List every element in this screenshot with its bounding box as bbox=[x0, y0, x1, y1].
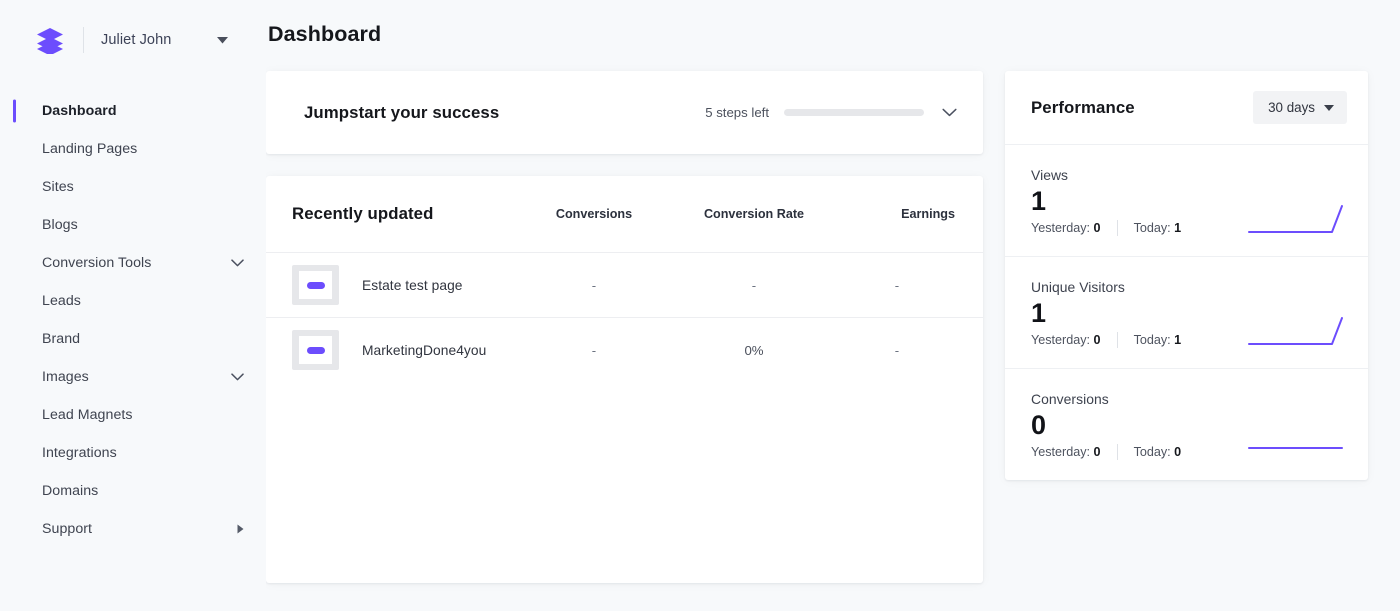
metric-views: Views 1 Yesterday: 0 Today: 1 bbox=[1005, 145, 1368, 257]
row-earnings: - bbox=[894, 277, 900, 293]
steps-left-label: 5 steps left bbox=[705, 105, 769, 120]
jumpstart-progress-bar bbox=[784, 109, 924, 116]
sparkline-conversions bbox=[1248, 426, 1344, 460]
caret-down-icon[interactable] bbox=[217, 36, 228, 44]
column-header-earnings: Earnings bbox=[901, 207, 955, 221]
sidebar-nav: Dashboard Landing Pages Sites Blogs Conv… bbox=[0, 80, 266, 548]
sidebar-item-conversion-tools[interactable]: Conversion Tools bbox=[0, 244, 266, 282]
table-row[interactable]: Estate test page - - - bbox=[266, 252, 983, 317]
left-column: Jumpstart your success 5 steps left Rece… bbox=[266, 71, 983, 583]
row-conversion-rate: - bbox=[751, 277, 757, 293]
row-conversions: - bbox=[591, 277, 597, 293]
caret-down-icon bbox=[1324, 104, 1334, 111]
sidebar-item-integrations[interactable]: Integrations bbox=[0, 434, 266, 472]
performance-header: Performance 30 days bbox=[1005, 71, 1368, 145]
sidebar-item-label: Dashboard bbox=[42, 103, 117, 119]
recently-updated-header: Recently updated Conversions Conversion … bbox=[266, 176, 983, 252]
page-thumbnail-icon bbox=[292, 265, 339, 305]
sidebar-item-sites[interactable]: Sites bbox=[0, 168, 266, 206]
sidebar-item-label: Domains bbox=[42, 483, 99, 499]
sidebar-item-label: Sites bbox=[42, 179, 74, 195]
row-conversions: - bbox=[591, 342, 597, 358]
brand-account-switcher[interactable]: Juliet John bbox=[0, 0, 266, 80]
active-indicator bbox=[13, 99, 16, 123]
sidebar-item-label: Brand bbox=[42, 331, 81, 347]
sidebar-item-label: Blogs bbox=[42, 217, 78, 233]
sidebar-item-label: Integrations bbox=[42, 445, 117, 461]
metric-unique-visitors: Unique Visitors 1 Yesterday: 0 Today: 1 bbox=[1005, 257, 1368, 369]
row-page-name[interactable]: Estate test page bbox=[339, 278, 519, 293]
date-range-select[interactable]: 30 days bbox=[1253, 91, 1347, 124]
sidebar-item-dashboard[interactable]: Dashboard bbox=[0, 92, 266, 130]
dashboard-columns: Jumpstart your success 5 steps left Rece… bbox=[266, 71, 1368, 583]
page-title: Dashboard bbox=[268, 22, 382, 46]
app-root: Juliet John Dashboard Landing Pages Site… bbox=[0, 0, 1400, 611]
sidebar-item-label: Landing Pages bbox=[42, 141, 138, 157]
sidebar-item-domains[interactable]: Domains bbox=[0, 472, 266, 510]
footer-divider bbox=[1116, 219, 1118, 236]
jumpstart-title: Jumpstart your success bbox=[304, 102, 500, 122]
right-column: Performance 30 days Views 1 Yesterday: 0… bbox=[1005, 71, 1368, 480]
sidebar-item-brand[interactable]: Brand bbox=[0, 320, 266, 358]
sidebar-item-images[interactable]: Images bbox=[0, 358, 266, 396]
caret-right-icon[interactable] bbox=[237, 524, 244, 534]
sidebar-item-leads[interactable]: Leads bbox=[0, 282, 266, 320]
footer-divider bbox=[1116, 443, 1118, 460]
metric-today: Today: 1 bbox=[1133, 220, 1182, 235]
sparkline-unique-visitors bbox=[1248, 314, 1344, 348]
sidebar-item-support[interactable]: Support bbox=[0, 510, 266, 548]
performance-title: Performance bbox=[1031, 97, 1135, 117]
sidebar-item-label: Conversion Tools bbox=[42, 255, 152, 271]
layers-stack-icon bbox=[35, 26, 65, 54]
sidebar-item-label: Support bbox=[42, 521, 93, 537]
sidebar-item-label: Leads bbox=[42, 293, 81, 309]
sidebar-item-label: Images bbox=[42, 369, 89, 385]
row-page-name[interactable]: MarketingDone4you bbox=[339, 343, 519, 358]
chevron-down-icon[interactable] bbox=[942, 108, 957, 117]
sidebar-item-blogs[interactable]: Blogs bbox=[0, 206, 266, 244]
metric-yesterday: Yesterday: 0 bbox=[1031, 332, 1101, 347]
jumpstart-card[interactable]: Jumpstart your success 5 steps left bbox=[266, 71, 983, 154]
jumpstart-progress-group: 5 steps left bbox=[705, 105, 957, 120]
metric-yesterday: Yesterday: 0 bbox=[1031, 220, 1101, 235]
performance-card: Performance 30 days Views 1 Yesterday: 0… bbox=[1005, 71, 1368, 480]
date-range-label: 30 days bbox=[1268, 100, 1315, 115]
column-header-conversions: Conversions bbox=[555, 207, 633, 221]
row-conversion-rate: 0% bbox=[744, 342, 764, 358]
page-thumbnail-icon bbox=[292, 330, 339, 370]
sidebar-item-lead-magnets[interactable]: Lead Magnets bbox=[0, 396, 266, 434]
metric-label: Conversions bbox=[1031, 390, 1109, 407]
metric-yesterday: Yesterday: 0 bbox=[1031, 444, 1101, 459]
table-row[interactable]: MarketingDone4you - 0% - bbox=[266, 317, 983, 382]
chevron-down-icon[interactable] bbox=[231, 373, 244, 381]
sidebar-item-label: Lead Magnets bbox=[42, 407, 133, 423]
metric-conversions: Conversions 0 Yesterday: 0 Today: 0 bbox=[1005, 369, 1368, 480]
account-name: Juliet John bbox=[101, 32, 172, 48]
recently-updated-title: Recently updated bbox=[292, 204, 434, 223]
sidebar: Juliet John Dashboard Landing Pages Site… bbox=[0, 0, 266, 611]
metric-label: Unique Visitors bbox=[1031, 278, 1125, 295]
main-content: Dashboard Jumpstart your success 5 steps… bbox=[266, 0, 1400, 611]
brand-divider bbox=[83, 27, 84, 53]
column-header-conversion-rate: Conversion Rate bbox=[703, 207, 805, 221]
sidebar-item-landing-pages[interactable]: Landing Pages bbox=[0, 130, 266, 168]
chevron-down-icon[interactable] bbox=[231, 259, 244, 267]
sparkline-views bbox=[1248, 202, 1344, 236]
footer-divider bbox=[1116, 331, 1118, 348]
metric-today: Today: 0 bbox=[1133, 444, 1182, 459]
recently-updated-card: Recently updated Conversions Conversion … bbox=[266, 176, 983, 583]
metric-today: Today: 1 bbox=[1133, 332, 1182, 347]
metric-label: Views bbox=[1031, 167, 1069, 183]
row-earnings: - bbox=[894, 342, 900, 358]
